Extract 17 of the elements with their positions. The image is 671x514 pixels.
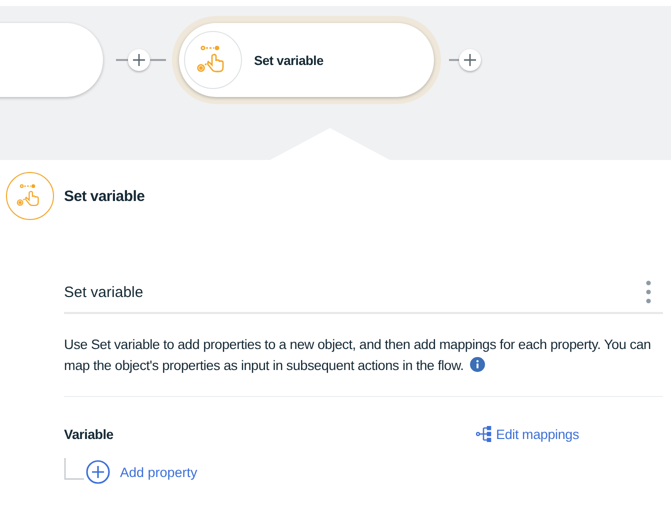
- overflow-menu-icon: [646, 280, 651, 304]
- edit-mappings-link[interactable]: Edit mappings: [476, 426, 579, 442]
- add-step-button[interactable]: [128, 49, 150, 71]
- section-label: Variable: [64, 426, 114, 442]
- info-icon[interactable]: [470, 357, 485, 372]
- add-icon: [86, 460, 110, 484]
- mapping-tree-icon: [476, 426, 492, 442]
- panel-title: Set variable: [64, 188, 145, 204]
- name-field[interactable]: Set variable: [64, 274, 663, 314]
- flow-node[interactable]: Set variable: [179, 23, 434, 97]
- plus-icon: [464, 54, 476, 66]
- node-label: Set variable: [254, 52, 324, 68]
- add-property-button[interactable]: Add property: [86, 460, 198, 484]
- add-step-button[interactable]: [459, 49, 481, 71]
- tree-connector: [64, 458, 86, 480]
- plus-icon: [133, 54, 145, 66]
- description-text: Use Set variable to add properties to a new object, and then add mappings for each property. You can map the object's properties as input in subsequent actions in the flow.: [64, 336, 652, 375]
